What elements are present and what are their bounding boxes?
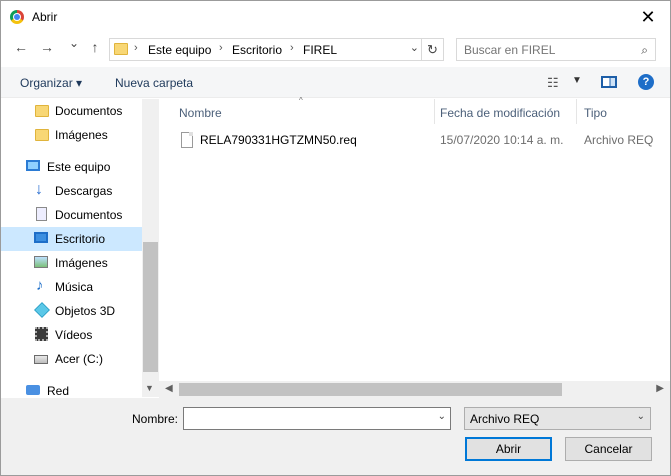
nav-item-musica[interactable]: ♪ Música xyxy=(1,275,142,299)
nav-item-documentos[interactable]: Documentos xyxy=(1,203,142,227)
folder-icon xyxy=(35,129,49,141)
open-button[interactable]: Abrir xyxy=(465,437,552,461)
column-header-name-label: Nombre xyxy=(179,106,222,120)
search-box[interactable]: ⌕ xyxy=(456,38,656,61)
nav-item-label: Vídeos xyxy=(55,328,93,342)
column-header-date-label: Fecha de modificación xyxy=(440,106,561,120)
breadcrumb-este-equipo[interactable]: Este equipo xyxy=(148,43,211,57)
computer-icon xyxy=(26,160,40,171)
navigation-pane: Documentos Imágenes Este equipo ↓ Descar… xyxy=(1,99,158,397)
sort-ascending-icon: ^ xyxy=(299,96,303,105)
address-dropdown-icon[interactable]: ⌄ xyxy=(410,41,419,54)
open-file-dialog: Abrir ✕ ← → ⌄ ↑ › Este equipo › Escritor… xyxy=(0,0,671,476)
new-folder-button[interactable]: Nueva carpeta xyxy=(115,76,193,90)
column-header-type[interactable]: Tipo xyxy=(577,99,670,125)
navigation-pane-scrollbar[interactable]: ▼ xyxy=(142,99,159,397)
nav-item-videos[interactable]: Vídeos xyxy=(1,323,142,347)
search-input[interactable] xyxy=(464,43,634,57)
window-title: Abrir xyxy=(32,10,58,24)
music-icon: ♪ xyxy=(36,277,44,294)
nav-item-imagenes-quick[interactable]: Imágenes xyxy=(1,123,142,147)
nav-item-label: Documentos xyxy=(55,208,123,222)
nav-item-label: Imágenes xyxy=(55,128,108,142)
scroll-left-arrow-icon[interactable]: ◀ xyxy=(165,383,173,394)
file-row[interactable]: RELA790331HGTZMN50.req 15/07/2020 10:14 … xyxy=(173,130,668,150)
search-icon[interactable]: ⌕ xyxy=(641,43,648,58)
file-name-label: Nombre: xyxy=(132,412,179,426)
network-icon xyxy=(26,385,40,395)
file-icon xyxy=(181,132,193,148)
nav-item-label: Imágenes xyxy=(55,256,108,270)
nav-item-escritorio[interactable]: Escritorio xyxy=(1,227,142,251)
nav-item-label: Escritorio xyxy=(55,232,106,246)
organize-menu-button[interactable]: Organizar ▾ xyxy=(20,76,82,90)
refresh-icon[interactable]: ↻ xyxy=(421,39,443,60)
document-icon xyxy=(36,207,47,221)
nav-item-label: Objetos 3D xyxy=(55,304,116,318)
recent-locations-chevron-icon[interactable]: ⌄ xyxy=(64,36,84,50)
nav-item-label: Este equipo xyxy=(47,160,111,174)
scroll-right-arrow-icon[interactable]: ▶ xyxy=(656,383,664,394)
drive-icon xyxy=(34,355,48,364)
pictures-icon xyxy=(34,256,48,268)
nav-item-label: Documentos xyxy=(55,104,123,118)
file-name-field[interactable]: ⌄ xyxy=(183,407,451,430)
nav-item-objetos-3d[interactable]: Objetos 3D xyxy=(1,299,142,323)
breadcrumb-escritorio[interactable]: Escritorio xyxy=(232,43,282,57)
file-name: RELA790331HGTZMN50.req xyxy=(200,133,357,147)
desktop-icon xyxy=(34,232,48,243)
nav-item-este-equipo[interactable]: Este equipo xyxy=(1,155,142,179)
view-options-icon[interactable]: ☷ xyxy=(547,75,559,91)
nav-item-documentos-quick[interactable]: Documentos xyxy=(1,99,142,123)
file-list-horizontal-scrollbar[interactable]: ◀ ▶ xyxy=(159,381,670,398)
breadcrumb-separator[interactable]: › xyxy=(219,42,223,54)
breadcrumb-separator[interactable]: › xyxy=(134,42,138,54)
nav-item-label: Red xyxy=(47,384,70,397)
column-header-name[interactable]: Nombre ^ xyxy=(159,96,434,125)
close-button[interactable]: ✕ xyxy=(626,1,670,33)
title-bar: Abrir ✕ xyxy=(1,1,670,33)
breadcrumb-separator[interactable]: › xyxy=(290,42,294,54)
back-arrow-icon[interactable]: ← xyxy=(11,39,31,55)
breadcrumb-firel[interactable]: FIREL xyxy=(303,43,337,57)
command-toolbar: Organizar ▾ Nueva carpeta ☷ ▼ ? xyxy=(1,67,670,98)
file-list-pane: Nombre ^ Fecha de modificación Tipo RELA… xyxy=(159,96,670,397)
view-dropdown-icon[interactable]: ▼ xyxy=(572,75,582,86)
folder-icon xyxy=(35,105,49,117)
nav-item-red[interactable]: Red xyxy=(1,379,142,397)
dialog-footer: Nombre: ⌄ Archivo REQ ⌄ Abrir Cancelar xyxy=(1,398,670,475)
file-type: Archivo REQ xyxy=(584,133,654,147)
download-icon: ↓ xyxy=(35,181,43,198)
videos-icon xyxy=(35,327,48,341)
column-header-date[interactable]: Fecha de modificación xyxy=(435,99,576,125)
preview-pane-icon[interactable] xyxy=(601,76,617,88)
file-name-input[interactable] xyxy=(187,409,427,429)
nav-item-label: Descargas xyxy=(55,184,113,198)
up-arrow-icon[interactable]: ↑ xyxy=(85,39,105,55)
scroll-down-arrow-icon[interactable]: ▼ xyxy=(145,383,154,393)
objects-3d-icon xyxy=(34,302,50,318)
scrollbar-thumb[interactable] xyxy=(143,242,158,372)
forward-arrow-icon[interactable]: → xyxy=(37,39,57,55)
nav-item-acer-c[interactable]: Acer (C:) xyxy=(1,347,142,371)
chrome-icon xyxy=(10,10,24,24)
help-icon[interactable]: ? xyxy=(638,74,654,90)
cancel-button[interactable]: Cancelar xyxy=(565,437,652,461)
nav-item-label: Música xyxy=(55,280,94,294)
file-date: 15/07/2020 10:14 a. m. xyxy=(440,133,564,147)
nav-item-descargas[interactable]: ↓ Descargas xyxy=(1,179,142,203)
scrollbar-thumb[interactable] xyxy=(179,383,562,396)
file-type-selected-value: Archivo REQ xyxy=(470,412,540,426)
file-type-select[interactable]: Archivo REQ ⌄ xyxy=(464,407,651,430)
nav-item-label: Acer (C:) xyxy=(55,352,103,366)
chevron-down-icon: ⌄ xyxy=(636,411,645,422)
address-bar[interactable]: › Este equipo › Escritorio › FIREL ⌄ ↻ xyxy=(109,38,444,61)
folder-icon xyxy=(114,43,128,55)
file-name-dropdown-icon[interactable]: ⌄ xyxy=(438,411,446,422)
column-header-type-label: Tipo xyxy=(584,106,607,120)
nav-item-imagenes[interactable]: Imágenes xyxy=(1,251,142,275)
